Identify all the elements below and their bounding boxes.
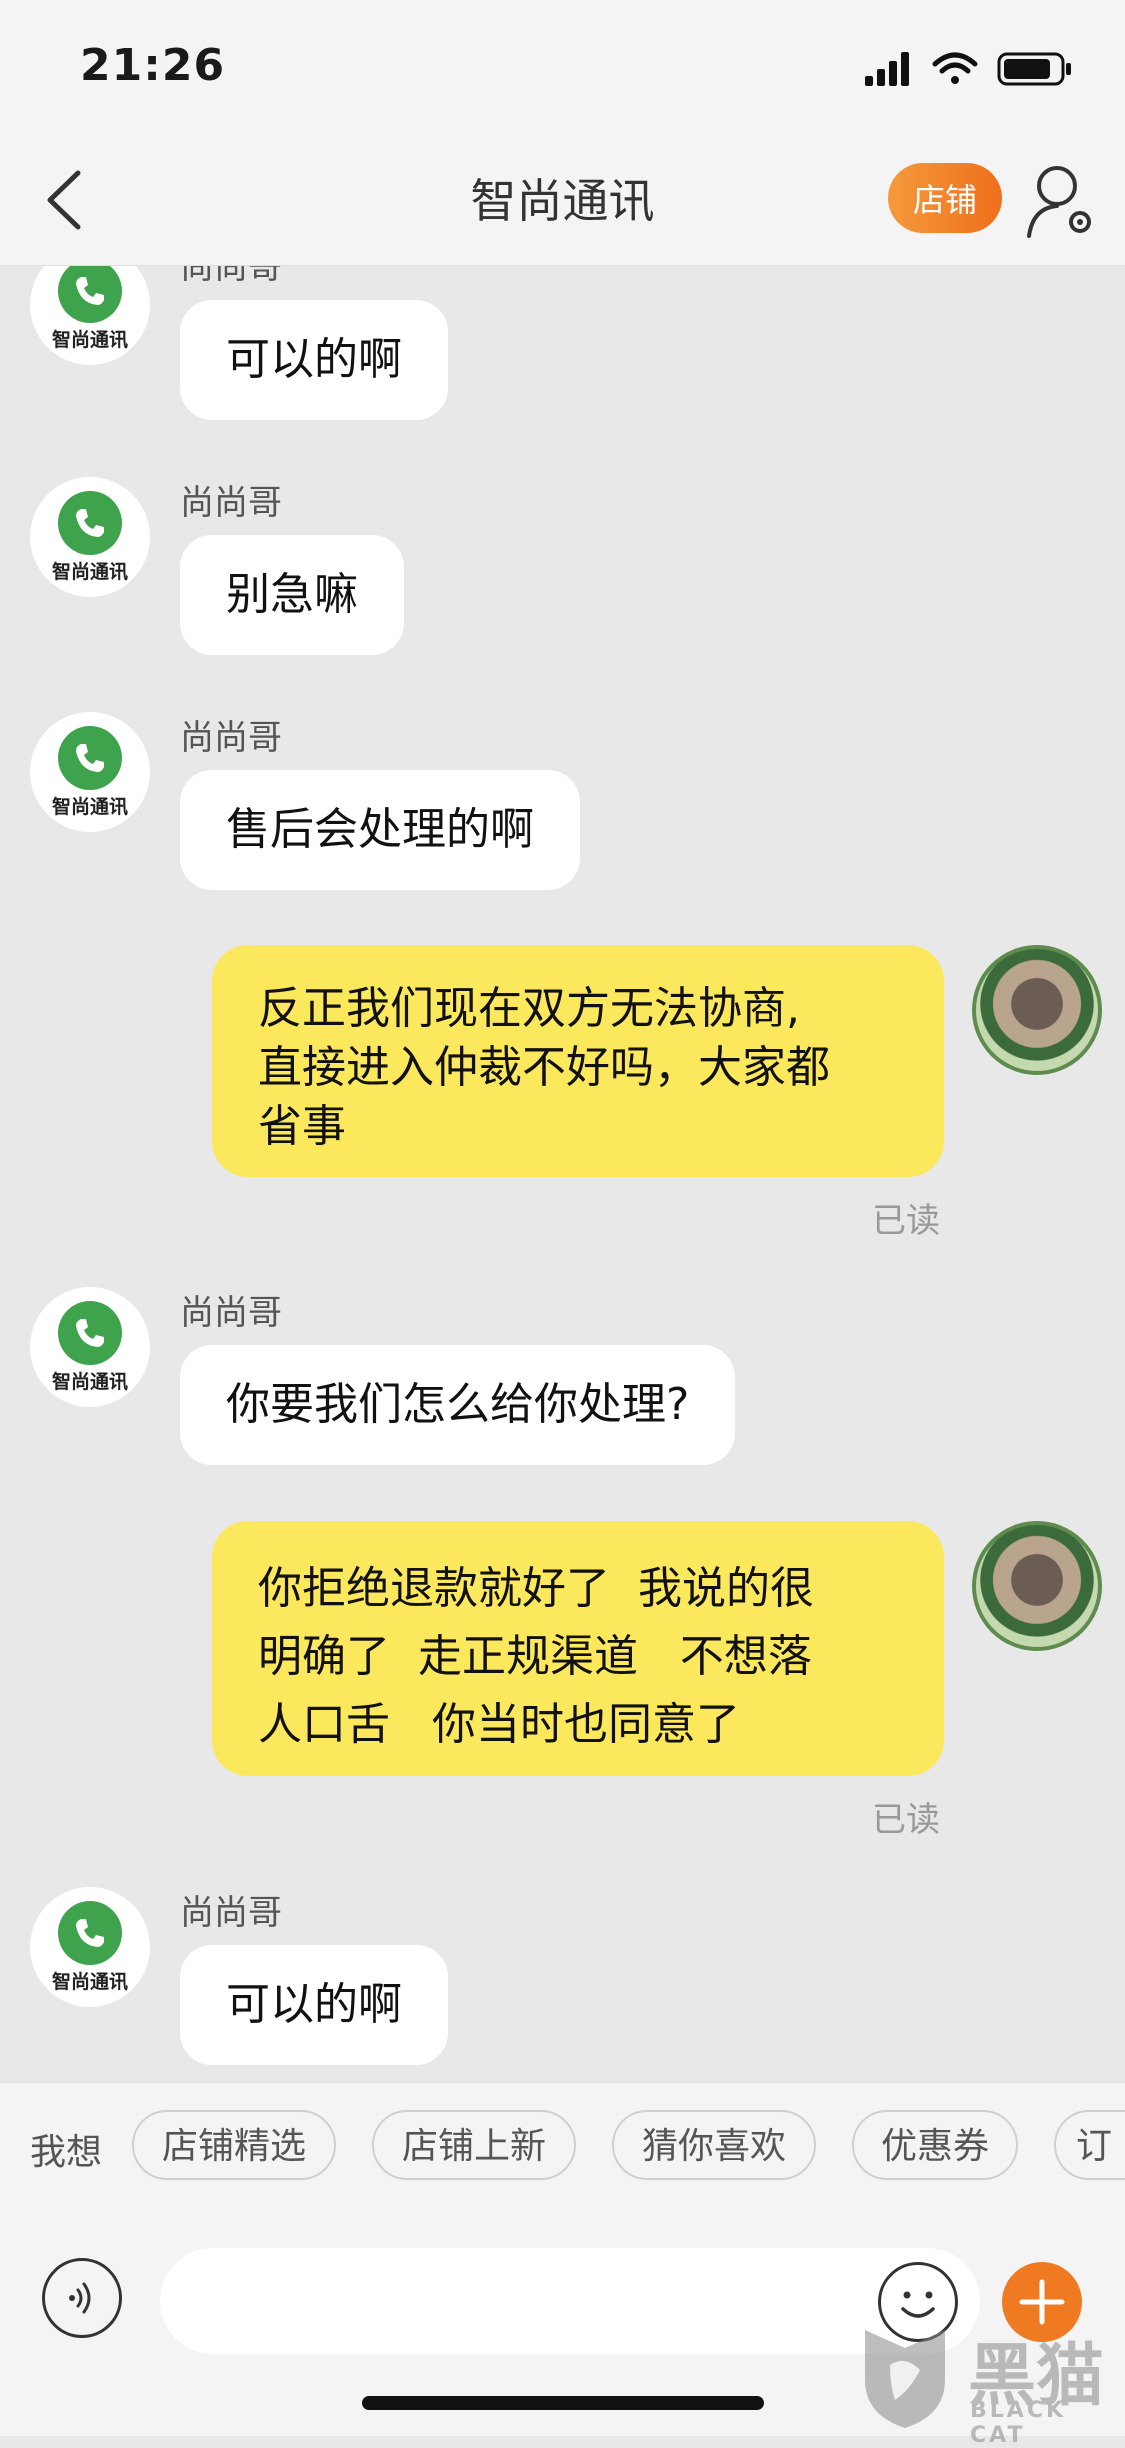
shop-avatar-brand: 智尚通讯 [51,1971,128,1993]
shop-avatar-brand: 智尚通讯 [51,796,128,818]
message-line: 省事 [258,1101,346,1152]
my-avatar[interactable] [972,945,1102,1075]
wifi-icon [932,52,978,84]
phone-icon [58,265,122,323]
quick-suggestion-bar: 我想 店铺精选 店铺上新 猜你喜欢 优惠券 订单 [0,2082,1125,2213]
voice-button[interactable] [42,2258,122,2338]
read-receipt: 已读 [872,1201,940,1241]
phone-icon [58,1301,122,1365]
sender-name: 尚尚哥 [180,483,282,523]
phone-icon [58,491,122,555]
quick-label: 我想 [30,2132,103,2173]
shop-avatar[interactable]: 智尚通讯 [30,265,150,365]
message-bubble-own[interactable]: 你拒绝退款就好了 我说的很 明确了 走正规渠道 不想落 人口舌 你当时也同意了 [212,1521,944,1776]
phone-icon [58,1901,122,1965]
signal-icon [865,52,909,86]
top-bar: 21:26 智尚通讯 店铺 [0,0,1125,266]
shop-avatar[interactable]: 智尚通讯 [30,1287,150,1407]
home-indicator[interactable] [362,2396,764,2410]
phone-icon [58,726,122,790]
shop-avatar-brand: 智尚通讯 [51,1371,128,1393]
sender-name: 尚尚哥 [180,265,282,287]
status-time: 21:26 [80,40,226,91]
chip-shop-featured[interactable]: 店铺精选 [132,2110,336,2180]
message-line: 明确了 走正规渠道 不想落 [258,1631,812,1682]
read-receipt: 已读 [872,1800,940,1840]
cat-logo-icon [865,2330,945,2428]
chip-orders[interactable]: 订单 [1054,2110,1125,2180]
shop-avatar[interactable]: 智尚通讯 [30,477,150,597]
watermark-en: BLACK CAT [970,2398,1067,2448]
chat-area[interactable]: 智尚通讯 尚尚哥 可以的啊 智尚通讯 尚尚哥 别急嘛 智尚通讯 尚尚哥 售后会处… [0,265,1125,2082]
battery-icon [997,52,1071,86]
sender-name: 尚尚哥 [180,718,282,758]
shop-avatar-brand: 智尚通讯 [51,329,128,351]
chip-guess-you-like[interactable]: 猜你喜欢 [612,2110,816,2180]
message-line: 你拒绝退款就好了 我说的很 [258,1563,814,1614]
message-line: 直接进入仲裁不好吗，大家都 [258,1042,830,1093]
chip-shop-new[interactable]: 店铺上新 [372,2110,576,2180]
message-line: 人口舌 你当时也同意了 [258,1699,740,1750]
shop-avatar[interactable]: 智尚通讯 [30,712,150,832]
voice-icon [69,2282,91,2314]
message-shop: 智尚通讯 尚尚哥 可以的啊 [0,265,1125,435]
message-bubble[interactable]: 别急嘛 [180,535,404,655]
watermark: 黑猫 BLACK CAT [850,2320,1120,2448]
message-bubble[interactable]: 你要我们怎么给你处理? [180,1345,736,1465]
shop-button[interactable]: 店铺 [888,163,1002,233]
message-bubble[interactable]: 可以的啊 [180,300,448,420]
message-bubble[interactable]: 售后会处理的啊 [180,770,580,890]
my-avatar[interactable] [972,1521,1102,1651]
status-icons [865,52,1071,86]
message-bubble[interactable]: 可以的啊 [180,1945,448,2065]
message-bubble-own[interactable]: 反正我们现在双方无法协商, 直接进入仲裁不好吗，大家都 省事 [212,945,944,1177]
chip-coupons[interactable]: 优惠券 [852,2110,1018,2180]
sender-name: 尚尚哥 [180,1893,282,1933]
sender-name: 尚尚哥 [180,1293,282,1333]
user-settings-icon[interactable] [1025,160,1095,240]
shop-avatar[interactable]: 智尚通讯 [30,1887,150,2007]
shop-avatar-brand: 智尚通讯 [51,561,128,583]
message-line: 反正我们现在双方无法协商, [258,983,800,1034]
